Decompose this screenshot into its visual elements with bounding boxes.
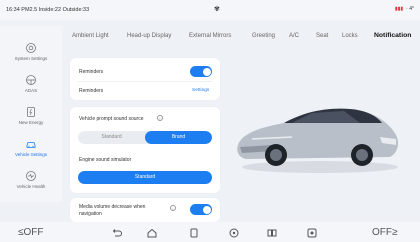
right-temp-control[interactable]: OFF≥ bbox=[372, 227, 398, 238]
wind-icon: ✾ bbox=[214, 6, 220, 13]
split-screen-icon[interactable] bbox=[266, 227, 278, 239]
tab-head-up-display[interactable]: Head-up Display bbox=[127, 33, 171, 39]
reminders-label: Reminders bbox=[79, 69, 104, 75]
bottom-bar: ≤OFF OFF≥ bbox=[0, 222, 420, 242]
engine-sound-selector[interactable]: Standard bbox=[78, 171, 212, 184]
signal-icon: ▮▮▮ bbox=[394, 6, 404, 12]
sidebar-item-new-energy[interactable]: New Energy bbox=[0, 102, 62, 134]
back-icon[interactable] bbox=[111, 227, 123, 239]
status-right: ▮▮▮ · 4° bbox=[395, 6, 414, 12]
divider bbox=[78, 81, 212, 82]
chevron-right-icon: ≥ bbox=[392, 227, 398, 238]
gear-icon bbox=[26, 43, 36, 53]
battery-icon bbox=[27, 107, 35, 117]
sidebar: System Settings ADAS New Energy Vehicle … bbox=[0, 26, 62, 202]
media-volume-label-line2: navigation bbox=[79, 211, 102, 217]
tab-ambient-light[interactable]: Ambient Light bbox=[72, 33, 109, 39]
media-volume-card: Media volume decrease when navigation i bbox=[70, 198, 220, 222]
tab-ac[interactable]: A/C bbox=[289, 33, 299, 39]
option-brand[interactable]: Brand bbox=[145, 131, 212, 144]
tab-locks[interactable]: Locks bbox=[342, 33, 358, 39]
tab-notification[interactable]: Notification bbox=[374, 32, 411, 39]
steering-icon[interactable] bbox=[228, 227, 240, 239]
info-icon[interactable]: i bbox=[170, 205, 176, 211]
toggle-knob bbox=[202, 205, 211, 214]
prompt-sound-label: Vehicle prompt sound source bbox=[79, 116, 144, 122]
reminders-row2-label: Reminders bbox=[79, 88, 104, 94]
sidebar-item-label: ADAS bbox=[24, 88, 38, 93]
tab-external-mirrors[interactable]: External Mirrors bbox=[189, 33, 231, 39]
option-standard[interactable]: Standard bbox=[78, 131, 145, 144]
sidebar-item-label: Vehicle Health bbox=[16, 184, 46, 189]
fan-icon[interactable] bbox=[306, 227, 318, 239]
home-icon[interactable] bbox=[146, 227, 158, 239]
left-temp-value: OFF bbox=[23, 227, 44, 238]
media-volume-toggle[interactable] bbox=[190, 204, 212, 215]
sidebar-item-adas[interactable]: ADAS bbox=[0, 70, 62, 102]
sidebar-item-label: Vehicle Settings bbox=[14, 152, 48, 157]
status-bar: 16:34 PM2.5 Inside:22 Outside:33 ✾ ▮▮▮ ·… bbox=[0, 0, 420, 20]
sidebar-item-vehicle-health[interactable]: Vehicle Health bbox=[0, 166, 62, 198]
engine-sound-label: Engine sound simulator bbox=[79, 157, 132, 163]
settings-link[interactable]: Settings bbox=[192, 88, 209, 93]
toggle-knob bbox=[202, 67, 211, 76]
left-temp-control[interactable]: ≤OFF bbox=[18, 227, 44, 238]
sidebar-item-system-settings[interactable]: System Settings bbox=[0, 38, 62, 70]
car-icon bbox=[26, 142, 36, 148]
reminders-toggle[interactable] bbox=[190, 66, 212, 77]
sidebar-item-vehicle-settings[interactable]: Vehicle Settings bbox=[0, 134, 62, 166]
reminders-card: Reminders Reminders Settings bbox=[70, 58, 220, 100]
car-image bbox=[237, 108, 398, 173]
media-volume-label-line1: Media volume decrease when bbox=[79, 204, 146, 210]
tab-bar: Ambient Light Head-up Display External M… bbox=[66, 32, 418, 47]
health-icon bbox=[26, 171, 36, 181]
sidebar-item-label: New Energy bbox=[18, 120, 44, 125]
recent-apps-icon[interactable] bbox=[188, 227, 200, 239]
status-text: 16:34 PM2.5 Inside:22 Outside:33 bbox=[6, 7, 90, 13]
steering-wheel-icon bbox=[26, 75, 36, 85]
tab-greeting[interactable]: Greeting bbox=[252, 33, 275, 39]
tab-seat[interactable]: Seat bbox=[316, 33, 328, 39]
sidebar-item-label: System Settings bbox=[14, 56, 48, 61]
right-temp-value: OFF bbox=[372, 227, 392, 238]
status-right-text: · 4° bbox=[406, 6, 414, 12]
prompt-sound-selector: Standard Brand bbox=[78, 131, 212, 144]
sound-card: Vehicle prompt sound source i Standard B… bbox=[70, 107, 220, 193]
info-icon[interactable]: i bbox=[157, 115, 163, 121]
